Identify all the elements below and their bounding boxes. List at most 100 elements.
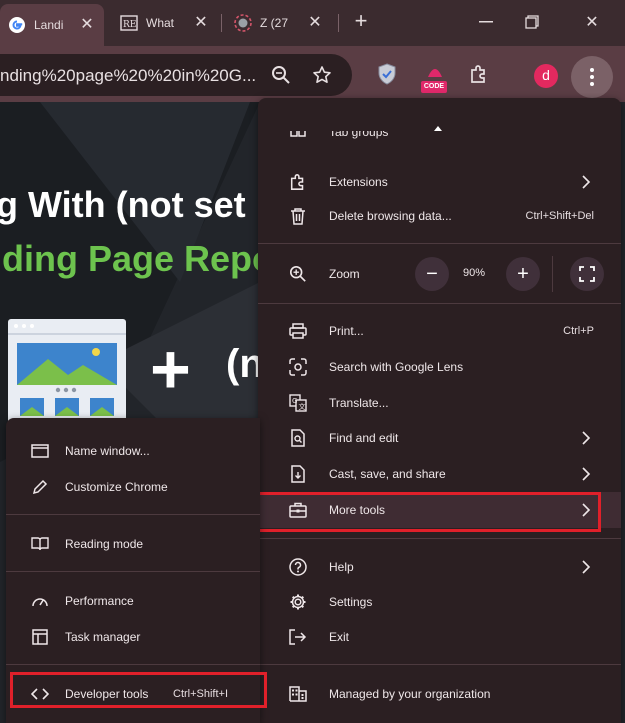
zoom-out-button[interactable]: − xyxy=(415,257,449,291)
zoom-label: Zoom xyxy=(329,267,360,281)
menu-item-label: Print... xyxy=(329,324,364,338)
chevron-right-icon xyxy=(582,560,591,574)
profile-avatar[interactable]: d xyxy=(534,64,558,88)
trash-icon xyxy=(288,206,308,226)
chevron-right-icon xyxy=(582,431,591,445)
tab-title: Landi xyxy=(34,18,64,32)
google-favicon-icon xyxy=(8,16,26,34)
menu-item-help[interactable]: Help xyxy=(258,549,621,585)
menu-item-cast-save-share[interactable]: Cast, save, and share xyxy=(258,456,621,492)
chevron-right-icon xyxy=(582,467,591,481)
menu-item-print[interactable]: Print... Ctrl+P xyxy=(258,313,621,349)
speedometer-icon xyxy=(30,591,50,611)
task-manager-icon xyxy=(30,627,50,647)
zoom-icon[interactable] xyxy=(266,60,296,90)
more-tools-highlight xyxy=(257,492,601,532)
submenu-item-label: Customize Chrome xyxy=(65,480,168,494)
submenu-item-reading-mode[interactable]: Reading mode xyxy=(6,526,260,562)
menu-item-find-and-edit[interactable]: Find and edit xyxy=(258,420,621,456)
toolbar: nding%20page%20%20in%20G... xyxy=(0,46,625,102)
menu-item-label: Translate... xyxy=(329,396,389,410)
close-window-icon[interactable]: ✕ xyxy=(580,10,604,34)
zoom-divider xyxy=(552,256,553,292)
site-favicon-icon: RE xyxy=(120,14,138,32)
tab-landing[interactable]: Landi ✕ xyxy=(0,4,104,46)
extensions-puzzle-icon xyxy=(288,172,308,192)
developer-tools-highlight xyxy=(10,672,267,708)
submenu-divider xyxy=(6,514,260,515)
chrome-main-menu: Tab groups Extensions Delete browsing da… xyxy=(258,98,621,723)
help-question-icon xyxy=(288,557,308,577)
menu-item-google-lens[interactable]: Search with Google Lens xyxy=(258,349,621,385)
chrome-menu-button[interactable] xyxy=(571,56,613,98)
menu-item-tab-groups[interactable]: Tab groups xyxy=(258,131,621,149)
menu-item-label: Search with Google Lens xyxy=(329,360,464,374)
shortcut-text: Ctrl+Shift+Del xyxy=(525,210,594,222)
new-tab-button[interactable]: + xyxy=(351,10,371,32)
bookmark-star-icon[interactable] xyxy=(307,60,337,90)
zoom-magnifier-icon xyxy=(288,264,308,284)
submenu-item-name-window[interactable]: Name window... xyxy=(6,433,260,469)
menu-item-delete-browsing-data[interactable]: Delete browsing data... Ctrl+Shift+Del xyxy=(258,198,621,234)
submenu-divider xyxy=(6,664,260,665)
zoom-level: 90% xyxy=(463,267,486,279)
globe-favicon-icon xyxy=(234,14,252,32)
exit-icon xyxy=(288,627,308,647)
close-tab-icon[interactable]: ✕ xyxy=(192,14,210,32)
menu-divider xyxy=(258,538,621,539)
fullscreen-button[interactable] xyxy=(570,257,604,291)
menu-item-label: Find and edit xyxy=(329,431,399,445)
menu-item-translate[interactable]: G文 Translate... xyxy=(258,385,621,421)
book-icon xyxy=(30,534,50,554)
fullscreen-icon xyxy=(579,266,595,282)
menu-item-label: Help xyxy=(329,560,354,574)
menu-item-exit[interactable]: Exit xyxy=(258,619,621,655)
translate-icon: G文 xyxy=(288,393,308,413)
building-icon xyxy=(288,684,308,704)
menu-item-managed-by-org[interactable]: Managed by your organization xyxy=(258,676,621,712)
submenu-item-customize-chrome[interactable]: Customize Chrome xyxy=(6,469,260,505)
submenu-item-label: Performance xyxy=(65,594,134,608)
tab-z[interactable]: Z (27 ✕ xyxy=(226,6,332,40)
tab-title: Z (27 xyxy=(260,16,289,30)
tab-strip: Landi ✕ RE What ✕ Z (27 ✕ + ✕ xyxy=(0,0,625,46)
zoom-in-button[interactable]: + xyxy=(506,257,540,291)
find-in-page-icon xyxy=(288,428,308,448)
shield-extension-icon[interactable] xyxy=(372,59,402,89)
tab-divider xyxy=(221,14,222,32)
pencil-icon xyxy=(30,477,50,497)
tab-groups-icon xyxy=(288,131,308,139)
submenu-item-label: Task manager xyxy=(65,630,141,644)
submenu-item-task-manager[interactable]: Task manager xyxy=(6,619,260,655)
restore-icon[interactable] xyxy=(520,10,544,34)
shortcut-text: Ctrl+P xyxy=(563,325,594,337)
menu-divider xyxy=(258,303,621,304)
address-bar[interactable]: nding%20page%20%20in%20G... xyxy=(0,54,352,96)
kebab-menu-icon xyxy=(590,68,594,86)
tab-title: What xyxy=(146,16,175,30)
minimize-icon[interactable] xyxy=(474,10,498,34)
svg-text:G: G xyxy=(292,397,297,405)
submenu-item-performance[interactable]: Performance xyxy=(6,583,260,619)
page-heading-line1: g With (not set xyxy=(0,184,246,225)
close-tab-icon[interactable]: ✕ xyxy=(78,16,96,34)
menu-item-label: Settings xyxy=(329,595,373,609)
google-lens-icon xyxy=(288,357,308,377)
printer-icon xyxy=(288,321,308,341)
submenu-divider xyxy=(6,571,260,572)
save-page-icon xyxy=(288,464,308,484)
gear-icon xyxy=(288,592,308,612)
menu-item-label: Managed by your organization xyxy=(329,687,491,701)
tab-what[interactable]: RE What ✕ xyxy=(112,6,218,40)
menu-item-extensions[interactable]: Extensions xyxy=(258,164,621,200)
plus-graphic: + xyxy=(150,330,191,408)
menu-item-settings[interactable]: Settings xyxy=(258,584,621,620)
tab-divider xyxy=(338,14,339,32)
menu-item-label: Tab groups xyxy=(329,131,389,139)
extensions-puzzle-icon[interactable] xyxy=(464,59,494,89)
menu-item-label: Delete browsing data... xyxy=(329,209,452,223)
url-text[interactable]: nding%20page%20%20in%20G... xyxy=(0,66,262,86)
svg-text:文: 文 xyxy=(299,402,306,411)
window-icon xyxy=(30,441,50,461)
close-tab-icon[interactable]: ✕ xyxy=(306,14,324,32)
